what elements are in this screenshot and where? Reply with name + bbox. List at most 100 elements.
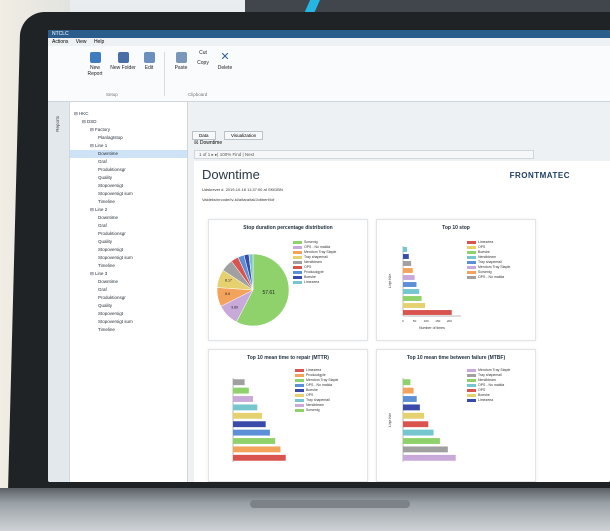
menu-help[interactable]: Help: [94, 39, 104, 45]
legend-swatch: [295, 393, 304, 397]
legend-swatch: [467, 265, 476, 269]
legend-swatch: [467, 255, 476, 259]
legend-swatch: [467, 383, 476, 387]
legend-swatch: [467, 393, 476, 397]
tab-data[interactable]: Data: [192, 131, 216, 140]
delete-button[interactable]: ✕ Delete: [212, 52, 238, 72]
brand-logo: FRONTMATEC: [509, 171, 570, 180]
tree-item[interactable]: Stopoversigt: [70, 182, 187, 190]
legend-item: Scrsenig: [295, 408, 338, 413]
legend-swatch: [467, 250, 476, 254]
laptop-base: [0, 488, 610, 531]
legend-label: Tray shapemail: [304, 255, 328, 259]
legend-swatch: [295, 368, 304, 372]
tree-item[interactable]: Timeline: [70, 198, 187, 206]
menu-view[interactable]: View: [76, 39, 87, 45]
tree-item[interactable]: Stopoversigt: [70, 310, 187, 318]
legend-label: Scrsenig: [478, 270, 492, 274]
ribbon-separator: [164, 52, 165, 96]
legend-label: OPS - No mailda: [304, 245, 331, 249]
legend-label: Scrsenig: [304, 240, 318, 244]
report-selector[interactable]: ☒ Downtime: [194, 140, 222, 146]
tree-item[interactable]: ⊟ HKC: [70, 110, 187, 118]
new-folder-button[interactable]: New Folder: [110, 52, 136, 71]
edit-button[interactable]: Edit: [136, 52, 162, 71]
legend-label: Boeshe: [478, 250, 490, 254]
tree-item[interactable]: ⊟ Line 1: [70, 142, 187, 150]
chart-top10-stop-card: Top 10 stop Linje Nbr 0 50 100 150 200 Number …: [376, 219, 536, 341]
tab-visualization[interactable]: Visualization: [223, 131, 264, 140]
x-tick-label: 0: [402, 319, 404, 323]
legend-label: Mendom Tray Staple: [304, 250, 337, 254]
bar: [233, 421, 266, 428]
legend-label: Boeshe: [304, 275, 316, 279]
tree-item[interactable]: Downtime: [70, 214, 187, 222]
tree-item[interactable]: Graf: [70, 286, 187, 294]
tree-item[interactable]: Produktionsgr: [70, 294, 187, 302]
tree-item[interactable]: Timeline: [70, 326, 187, 334]
new-report-button[interactable]: New Report: [82, 52, 108, 77]
legend-swatch: [467, 388, 476, 392]
legend-swatch: [293, 245, 302, 249]
tree-item[interactable]: Quality: [70, 302, 187, 310]
report-name: Downtime: [199, 140, 223, 146]
chart-title: Top 10 mean time between failure (MTBF): [406, 355, 506, 361]
legend-label: Tray shapemail: [478, 373, 502, 377]
tree-item[interactable]: Produktionsgr: [70, 166, 187, 174]
y-axis-label: Linje Nbr: [388, 412, 392, 427]
tree-item[interactable]: Stopoversigt sum: [70, 318, 187, 326]
legend-swatch: [467, 245, 476, 249]
group-label-setup: Setup: [106, 92, 118, 97]
tree-item[interactable]: ⊟ DSD: [70, 118, 187, 126]
legend-swatch: [293, 280, 302, 284]
bar: [233, 454, 286, 461]
side-tab-reports[interactable]: Reports: [55, 116, 60, 132]
report-viewer-toolbar[interactable]: 1 of 1 ▸ ▸| 100% Find | Next: [194, 150, 534, 159]
legend-label: Nendbleam: [478, 378, 496, 382]
legend-label: OPS: [478, 245, 486, 249]
bar: [233, 404, 258, 411]
legend-label: Mendom Tray Staple: [478, 265, 511, 269]
legend-label: Boeshe: [478, 393, 490, 397]
report-tree: ⊟ HKC ⊟ DSD ⊟ Factory Planlagtstop ⊟ Line 1D…: [70, 102, 188, 482]
tree-item[interactable]: ⊟ Line 2: [70, 206, 187, 214]
tree-item[interactable]: Quality: [70, 238, 187, 246]
bar: [403, 446, 448, 453]
tree-item[interactable]: Graf: [70, 158, 187, 166]
bar: [403, 247, 408, 252]
tree-item[interactable]: ⊟ Line 3: [70, 270, 187, 278]
tree-item[interactable]: Timeline: [70, 262, 187, 270]
legend-label: Nendbleam: [304, 260, 322, 264]
tree-item[interactable]: Planlagtstop: [70, 134, 187, 142]
tree-item[interactable]: Quality: [70, 174, 187, 182]
bar: [403, 454, 456, 461]
window-title: NTCLC: [48, 30, 610, 38]
new-report-icon: [89, 52, 101, 63]
legend-label: Limezeea: [478, 398, 494, 402]
tree-item[interactable]: Downtime: [70, 278, 187, 286]
bar: [233, 438, 276, 444]
chart-title: Top 10 stop: [442, 225, 470, 231]
bar: [233, 396, 254, 402]
bar: [233, 387, 249, 394]
legend-swatch: [467, 260, 476, 264]
tree-item[interactable]: Produktionsgr: [70, 230, 187, 238]
legend-label: OPS - No mailda: [478, 383, 505, 387]
tree-item[interactable]: ⊟ Factory: [70, 126, 187, 134]
bar: [403, 396, 417, 402]
bar: [403, 296, 422, 301]
tree-item[interactable]: Stopoversigt sum: [70, 254, 187, 262]
tree-item[interactable]: Stopoversigt sum: [70, 190, 187, 198]
tree-item[interactable]: Graf: [70, 222, 187, 230]
chart-mttr-card: Top 10 mean time to repair (MTTR) Limeze…: [208, 349, 368, 482]
menu-actions[interactable]: Actions: [52, 39, 68, 45]
legend-label: Limezeea: [306, 368, 322, 372]
bar: [403, 412, 425, 419]
legend-swatch: [295, 373, 304, 377]
chart-title: Stop duration percentage distribution: [243, 225, 333, 231]
tree-item[interactable]: Downtime: [70, 150, 187, 158]
tree-item[interactable]: Stopoversigt: [70, 246, 187, 254]
bar-chart-mtbf: Linje Nbr: [388, 378, 456, 462]
legend-swatch: [293, 250, 302, 254]
laptop-hinge: [250, 500, 410, 508]
